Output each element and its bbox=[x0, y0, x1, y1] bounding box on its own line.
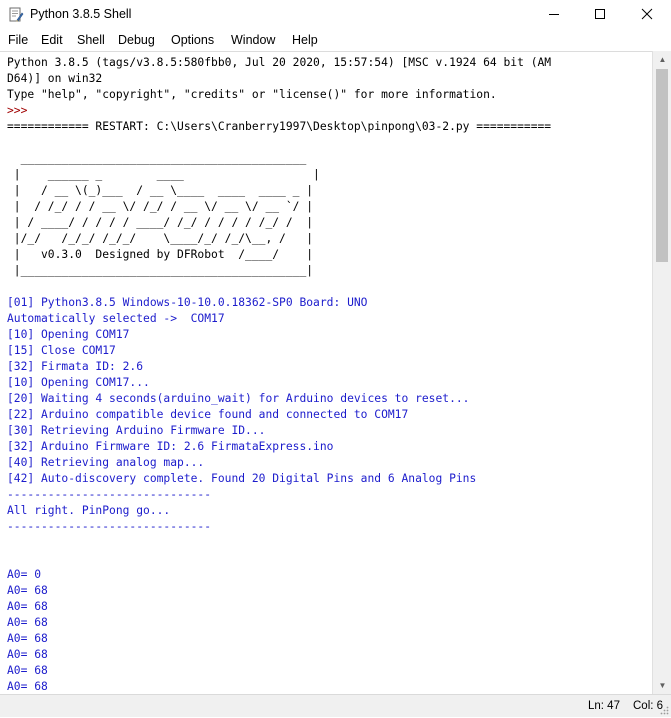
status-bar: Ln: 47 Col: 6 bbox=[0, 694, 671, 717]
shell-line: A0= 68 bbox=[7, 664, 48, 677]
shell-line: [22] Arduino compatible device found and… bbox=[7, 408, 409, 421]
shell-line: ============ RESTART: C:\Users\Cranberry… bbox=[7, 120, 552, 133]
shell-line: A0= 68 bbox=[7, 600, 48, 613]
scrollbar-thumb[interactable] bbox=[656, 69, 668, 262]
shell-line: [30] Retrieving Arduino Firmware ID... bbox=[7, 424, 266, 437]
maximize-icon bbox=[594, 7, 606, 25]
minimize-button[interactable] bbox=[531, 0, 577, 31]
shell-line: ________________________________________… bbox=[7, 152, 307, 165]
shell-line: | / /_/ / / __ \/ /_/ / __ \/ __ \/ __ `… bbox=[7, 200, 314, 213]
menu-edit[interactable]: Edit bbox=[41, 33, 63, 47]
shell-output: Python 3.8.5 (tags/v3.8.5:580fbb0, Jul 2… bbox=[7, 55, 551, 695]
shell-line: |/_/ /_/_/ /_/_/ \____/_/ /_/\__, / | bbox=[7, 232, 314, 245]
menu-file[interactable]: File bbox=[8, 33, 28, 47]
menu-shell[interactable]: Shell bbox=[77, 33, 105, 47]
maximize-button[interactable] bbox=[577, 0, 623, 31]
line-number-status: Ln: 47 bbox=[588, 700, 620, 712]
shell-line: Automatically selected -> COM17 bbox=[7, 312, 225, 325]
minimize-icon bbox=[548, 7, 560, 25]
shell-line: A0= 68 bbox=[7, 632, 48, 645]
close-icon bbox=[641, 7, 653, 25]
menu-help[interactable]: Help bbox=[292, 33, 318, 47]
shell-line: [10] Opening COM17 bbox=[7, 328, 130, 341]
shell-line: |_______________________________________… bbox=[7, 264, 314, 277]
menu-debug[interactable]: Debug bbox=[118, 33, 155, 47]
shell-line: A0= 68 bbox=[7, 648, 48, 661]
scroll-down-arrow-icon[interactable]: ▼ bbox=[653, 677, 671, 694]
title-bar[interactable]: Python 3.8.5 Shell bbox=[0, 0, 671, 32]
shell-line: Type "help", "copyright", "credits" or "… bbox=[7, 88, 497, 101]
shell-line: A0= 0 bbox=[7, 568, 42, 581]
shell-line: D64)] on win32 bbox=[7, 72, 103, 85]
shell-line: All right. PinPong go... bbox=[7, 504, 171, 517]
vertical-scrollbar[interactable]: ▲ ▼ bbox=[652, 51, 671, 694]
shell-line: [15] Close COM17 bbox=[7, 344, 116, 357]
window-title: Python 3.8.5 Shell bbox=[30, 7, 132, 21]
shell-line: ------------------------------ bbox=[7, 488, 212, 501]
shell-line: | / __ \(_)___ / __ \____ ____ ____ _ | bbox=[7, 184, 314, 197]
shell-line: ------------------------------ bbox=[7, 520, 212, 533]
shell-line: A0= 68 bbox=[7, 616, 48, 629]
menu-bar: File Edit Shell Debug Options Window Hel… bbox=[0, 31, 671, 51]
shell-line: Python 3.8.5 (tags/v3.8.5:580fbb0, Jul 2… bbox=[7, 56, 552, 69]
shell-line: [32] Arduino Firmware ID: 2.6 FirmataExp… bbox=[7, 440, 334, 453]
shell-line: A0= 68 bbox=[7, 584, 48, 597]
shell-line: >>> bbox=[7, 104, 35, 117]
shell-line: [32] Firmata ID: 2.6 bbox=[7, 360, 144, 373]
shell-line: | v0.3.0 Designed by DFRobot /____/ | bbox=[7, 248, 314, 261]
menu-options[interactable]: Options bbox=[171, 33, 214, 47]
scroll-up-arrow-icon[interactable]: ▲ bbox=[653, 51, 671, 68]
shell-line: [10] Opening COM17... bbox=[7, 376, 150, 389]
shell-line: | ______ _ ____ | bbox=[7, 168, 320, 181]
shell-line: A0= 68 bbox=[7, 680, 48, 693]
python-shell-icon bbox=[8, 7, 24, 23]
shell-text-area[interactable]: Python 3.8.5 (tags/v3.8.5:580fbb0, Jul 2… bbox=[0, 51, 652, 695]
resize-grip-icon[interactable] bbox=[659, 705, 669, 715]
shell-line: [20] Waiting 4 seconds(arduino_wait) for… bbox=[7, 392, 470, 405]
menu-window[interactable]: Window bbox=[231, 33, 275, 47]
shell-line: | / ____/ / / / / ____/ /_/ / / / / /_/ … bbox=[7, 216, 314, 229]
shell-line: [42] Auto-discovery complete. Found 20 D… bbox=[7, 472, 477, 485]
shell-line: [40] Retrieving analog map... bbox=[7, 456, 205, 469]
close-button[interactable] bbox=[624, 0, 670, 31]
shell-line: [01] Python3.8.5 Windows-10-10.0.18362-S… bbox=[7, 296, 368, 309]
